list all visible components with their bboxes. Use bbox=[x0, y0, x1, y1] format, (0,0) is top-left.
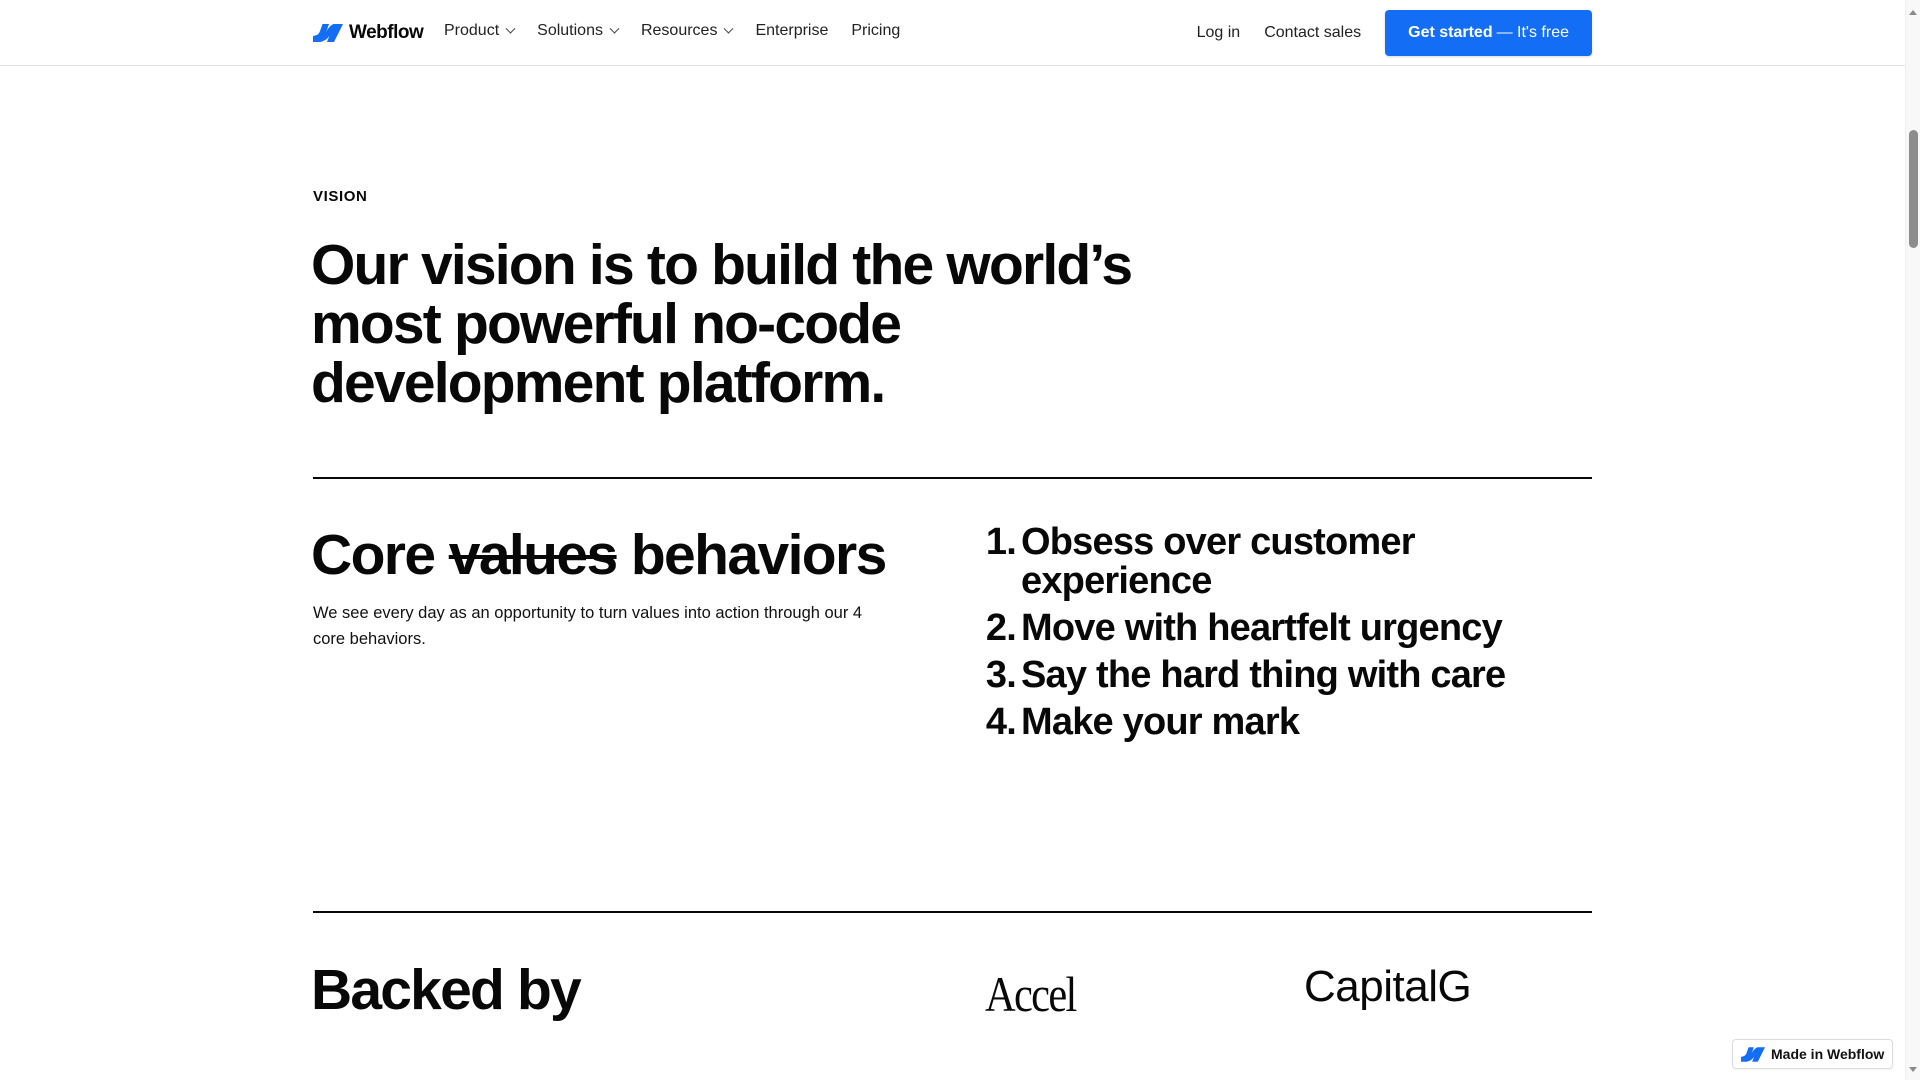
behavior-text: Say the hard thing with care bbox=[1021, 654, 1506, 696]
chevron-down-icon bbox=[724, 23, 734, 34]
nav-enterprise[interactable]: Enterprise bbox=[755, 22, 828, 40]
top-navigation: Webflow Product Solutions Resources Ente… bbox=[0, 0, 1905, 66]
section-divider bbox=[313, 911, 1592, 913]
webflow-logo-link[interactable]: Webflow bbox=[313, 22, 424, 44]
title-prefix: Core bbox=[311, 523, 436, 587]
behavior-number: 1. bbox=[985, 521, 1017, 563]
cta-bold-label: Get started bbox=[1408, 24, 1493, 41]
scroll-down-arrow-icon[interactable] bbox=[1909, 1067, 1917, 1072]
nav-product[interactable]: Product bbox=[444, 22, 516, 40]
page: Webflow Product Solutions Resources Ente… bbox=[0, 0, 1905, 1080]
nav-actions: Log in Contact sales Get started — It's … bbox=[1197, 10, 1592, 56]
made-in-webflow-badge[interactable]: Made in Webflow bbox=[1732, 1039, 1894, 1069]
backed-by-title: Backed by bbox=[311, 958, 582, 1022]
vision-eyebrow: VISION bbox=[313, 188, 368, 205]
cta-light-label: — It's free bbox=[1496, 24, 1569, 41]
nav-solutions[interactable]: Solutions bbox=[537, 22, 620, 40]
webflow-logo-icon bbox=[313, 24, 343, 42]
nav-resources[interactable]: Resources bbox=[640, 22, 734, 40]
core-behaviors-description: We see every day as an opportunity to tu… bbox=[313, 604, 863, 648]
nav-resources-label: Resources bbox=[640, 22, 718, 39]
get-started-button[interactable]: Get started — It's free bbox=[1385, 10, 1592, 56]
behavior-number: 3. bbox=[985, 654, 1017, 696]
nav-enterprise-label: Enterprise bbox=[755, 22, 829, 39]
title-struck-word: values bbox=[448, 523, 618, 587]
nav-solutions-label: Solutions bbox=[537, 22, 603, 39]
scrollbar-thumb[interactable] bbox=[1909, 130, 1918, 248]
webflow-logo-icon bbox=[1741, 1046, 1765, 1062]
capitalg-logo: CapitalG bbox=[1304, 962, 1472, 1011]
core-behaviors-title: Core values behaviors bbox=[311, 523, 887, 587]
nav-pricing[interactable]: Pricing bbox=[851, 22, 900, 40]
vertical-scrollbar[interactable] bbox=[1905, 0, 1920, 1080]
behaviors-list: 1. Obsess over customer experience 2. Mo… bbox=[980, 523, 1580, 750]
behavior-text: Move with heartfelt urgency bbox=[1021, 607, 1503, 649]
nav-product-label: Product bbox=[444, 22, 500, 39]
brand-name: Webflow bbox=[349, 22, 424, 43]
login-link[interactable]: Log in bbox=[1197, 24, 1241, 42]
primary-nav: Product Solutions Resources Enterprise P… bbox=[444, 22, 923, 40]
chevron-down-icon bbox=[609, 23, 620, 34]
behavior-item: 4. Make your mark bbox=[980, 703, 1580, 742]
contact-sales-link[interactable]: Contact sales bbox=[1264, 24, 1361, 42]
behavior-text: Make your mark bbox=[1021, 701, 1300, 743]
behavior-item: 2. Move with heartfelt urgency bbox=[980, 609, 1580, 648]
badge-label: Made in Webflow bbox=[1771, 1046, 1885, 1062]
nav-pricing-label: Pricing bbox=[851, 22, 901, 39]
chevron-down-icon bbox=[505, 23, 516, 34]
vision-headline: Our vision is to build the world’s most … bbox=[311, 233, 1133, 415]
behavior-item: 1. Obsess over customer experience bbox=[980, 523, 1580, 601]
section-divider bbox=[313, 477, 1592, 479]
behavior-item: 3. Say the hard thing with care bbox=[980, 656, 1580, 695]
scroll-up-arrow-icon[interactable] bbox=[1909, 10, 1917, 15]
accel-logo: Accel bbox=[985, 966, 1077, 1022]
behavior-text: Obsess over customer experience bbox=[1021, 521, 1416, 602]
behavior-number: 2. bbox=[985, 607, 1017, 649]
title-suffix: behaviors bbox=[630, 523, 887, 587]
behavior-number: 4. bbox=[985, 701, 1017, 743]
